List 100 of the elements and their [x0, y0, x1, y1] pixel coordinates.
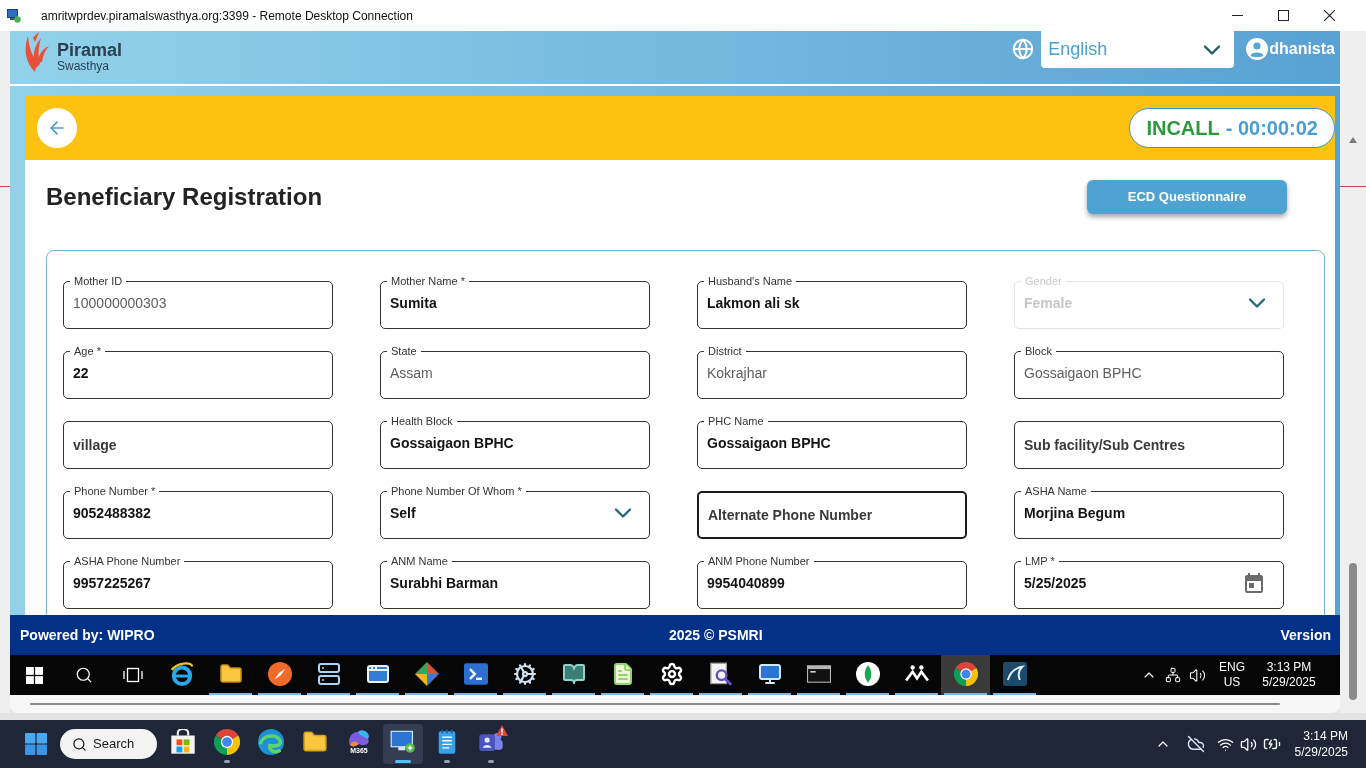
field-input[interactable]: 5/25/2025 — [1015, 572, 1245, 594]
field-label: Health Block — [390, 415, 454, 427]
call-status-text: INCALL — [1146, 116, 1220, 141]
text-field[interactable]: Health Block Gossaigaon BPHC — [380, 415, 650, 469]
running-indicator — [307, 693, 350, 695]
flame-logo-icon — [23, 32, 49, 72]
running-indicator — [650, 693, 693, 695]
globe-icon — [1012, 38, 1035, 60]
call-timer: - 00:00:02 — [1225, 116, 1318, 141]
field-input[interactable]: Gossaigaon BPHC — [1015, 362, 1271, 384]
round-browser-icon — [953, 662, 978, 686]
field-input[interactable]: Assam — [381, 362, 637, 384]
running-indicator — [209, 693, 252, 695]
folder-icon — [218, 662, 243, 686]
date-field[interactable]: LMP * 5/25/2025 — [1014, 555, 1284, 609]
field-input[interactable]: 100000000303 — [64, 292, 320, 314]
running-indicator — [258, 693, 301, 695]
field-input[interactable]: Self — [381, 502, 609, 524]
running-indicator — [395, 760, 411, 763]
running-indicator — [488, 760, 494, 763]
search-button[interactable]: Search — [60, 729, 157, 759]
volume-icon[interactable] — [1239, 735, 1257, 753]
field-input[interactable]: 9957225267 — [64, 572, 320, 594]
close-icon — [1323, 10, 1335, 21]
field-input[interactable]: Alternate Phone Number — [699, 504, 953, 526]
window-icon — [365, 662, 390, 686]
network-icon[interactable] — [1165, 667, 1181, 683]
vertical-scrollbar-thumb[interactable] — [1349, 563, 1357, 700]
text-field[interactable]: Alternate Phone Number — [697, 491, 967, 539]
clock-button[interactable]: 3:13 PM 5/29/2025 — [1258, 660, 1320, 690]
text-field[interactable]: village — [63, 421, 333, 469]
user-avatar-icon — [1246, 38, 1269, 60]
field-input[interactable]: Kokrajhar — [698, 362, 954, 384]
horizontal-scrollbar-thumb[interactable] — [30, 703, 1280, 705]
field-input[interactable]: Lakmon ali sk — [698, 292, 954, 314]
field-label: ANM Phone Number — [707, 555, 811, 567]
field-input[interactable]: 9052488382 — [64, 502, 320, 524]
version-text: Version — [1280, 625, 1331, 645]
taskbar-button[interactable] — [941, 655, 990, 695]
running-indicator — [503, 693, 546, 695]
copyright-text: 2025 © PSMRI — [669, 625, 763, 645]
running-indicator — [748, 693, 791, 695]
powered-by-text: Powered by: WIPRO — [20, 626, 155, 643]
text-field[interactable]: ASHA Name Morjina Begum — [1014, 485, 1284, 539]
field-input[interactable]: Surabhi Barman — [381, 572, 637, 594]
field-input[interactable]: Gossaigaon BPHC — [381, 432, 637, 454]
field-input[interactable]: Sub facility/Sub Centres — [1015, 434, 1271, 456]
document-search-icon — [708, 662, 733, 686]
dropdown-field[interactable]: Phone Number Of Whom * Self — [380, 485, 650, 539]
field-input[interactable]: village — [64, 434, 320, 456]
text-field[interactable]: District Kokrajhar — [697, 345, 967, 399]
compass-icon — [267, 662, 292, 686]
running-indicator — [601, 693, 644, 695]
text-field[interactable]: Mother Name * Sumita — [380, 275, 650, 329]
server-icon — [316, 662, 341, 686]
text-field[interactable]: Phone Number * 9052488382 — [63, 485, 333, 539]
diamond-icon — [414, 662, 439, 686]
cloud-off-icon[interactable] — [1186, 735, 1205, 753]
running-indicator — [846, 693, 889, 695]
round-browser-icon — [214, 729, 240, 755]
clock-button[interactable]: 3:14 PM 5/29/2025 — [1294, 728, 1348, 760]
console-window-icon — [806, 662, 831, 686]
computer-icon — [7, 8, 21, 23]
field-label: Mother ID — [73, 275, 124, 287]
text-field[interactable]: Age * 22 — [63, 345, 333, 399]
colorful-blob-icon — [346, 729, 372, 747]
field-label: Husband's Name — [707, 275, 794, 287]
text-field[interactable]: Block Gossaigaon BPHC — [1014, 345, 1284, 399]
running-indicator — [993, 693, 1036, 695]
running-indicator — [895, 693, 938, 695]
logo-name: Piramal — [57, 41, 123, 60]
field-input[interactable]: Sumita — [381, 292, 637, 314]
input-language-button[interactable]: ENG US — [1216, 660, 1248, 690]
windows-logo-icon — [26, 666, 43, 684]
field-input[interactable]: Gossaigaon BPHC — [698, 432, 954, 454]
text-field[interactable]: ANM Phone Number 9954040899 — [697, 555, 967, 609]
field-input[interactable]: 22 — [64, 362, 320, 384]
field-label: Phone Number * — [73, 485, 157, 497]
text-field[interactable]: Sub facility/Sub Centres — [1014, 421, 1284, 469]
field-input[interactable]: 9954040899 — [698, 572, 954, 594]
scroll-up-icon[interactable] — [1349, 137, 1357, 143]
text-field[interactable]: State Assam — [380, 345, 650, 399]
text-field[interactable]: Husband's Name Lakmon ali sk — [697, 275, 967, 329]
warning-icon — [496, 725, 508, 736]
text-field[interactable]: PHC Name Gossaigaon BPHC — [697, 415, 967, 469]
field-input[interactable]: Morjina Begum — [1015, 502, 1271, 524]
text-field[interactable]: Mother ID 100000000303 — [63, 275, 333, 329]
text-field[interactable]: ANM Name Surabhi Barman — [380, 555, 650, 609]
ring-swoosh-icon — [169, 662, 194, 686]
page-title: Beneficiary Registration — [46, 182, 323, 212]
running-indicator — [224, 760, 230, 763]
running-indicator — [454, 693, 497, 695]
volume-icon[interactable] — [1189, 666, 1206, 684]
field-label: Block — [1024, 345, 1053, 357]
running-indicator — [944, 693, 987, 695]
field-label: ANM Name — [390, 555, 449, 567]
text-field[interactable]: ASHA Phone Number 9957225267 — [63, 555, 333, 609]
field-label: LMP * — [1024, 555, 1056, 567]
monitor-icon — [390, 729, 416, 755]
taskbar-button[interactable] — [383, 724, 423, 764]
